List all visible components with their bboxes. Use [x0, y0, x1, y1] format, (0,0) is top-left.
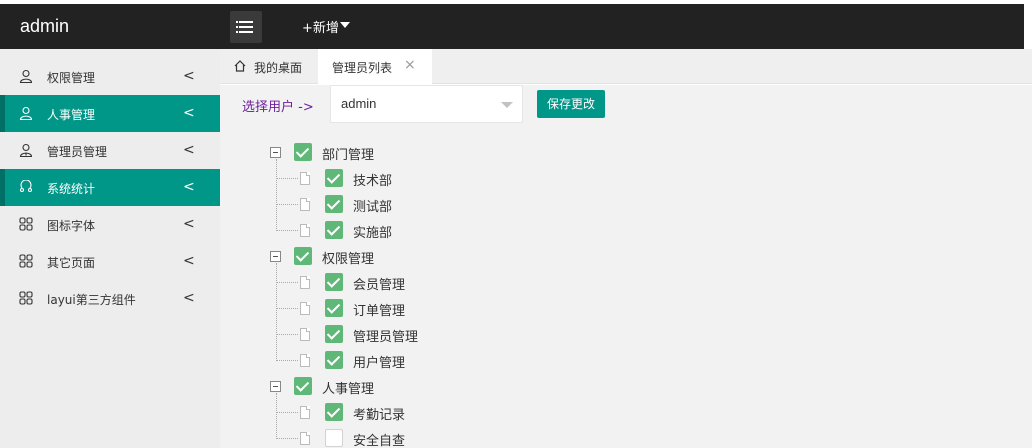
- grid-icon: [19, 291, 33, 305]
- sidebar-item-label: 图标字体: [47, 219, 96, 233]
- tree-connector: [276, 178, 298, 179]
- sidebar-item-label: 其它页面: [47, 256, 96, 270]
- sidebar-item[interactable]: 其它页面 <: [0, 243, 220, 280]
- sidebar-item[interactable]: 系统统计 <: [0, 169, 220, 206]
- tree-connector: [276, 393, 277, 439]
- add-new-button[interactable]: +新增: [302, 17, 339, 36]
- sidebar-item-label: 人事管理: [47, 108, 96, 122]
- node-checkbox[interactable]: [325, 299, 343, 317]
- file-icon: [300, 406, 310, 419]
- tree-node-label: 管理员管理: [353, 330, 419, 345]
- sidebar-item-label: 系统统计: [47, 182, 96, 196]
- tab-home-label: 我的桌面: [254, 61, 303, 75]
- user-icon: [19, 69, 33, 84]
- collapse-toggle-icon[interactable]: [270, 381, 281, 392]
- stats-icon: [19, 179, 33, 194]
- chevron-left-icon: <: [183, 142, 195, 158]
- app-logo[interactable]: admin: [20, 16, 69, 37]
- chevron-left-icon: <: [183, 290, 195, 306]
- sidebar-item[interactable]: 权限管理 <: [0, 58, 220, 95]
- chevron-left-icon: <: [183, 216, 195, 232]
- node-checkbox[interactable]: [325, 351, 343, 369]
- node-checkbox[interactable]: [325, 403, 343, 421]
- file-icon: [300, 198, 310, 211]
- tree-node-label: 安全自查: [353, 434, 406, 448]
- tree-connector: [276, 230, 298, 231]
- node-checkbox[interactable]: [325, 429, 343, 447]
- tree-node-label: 考勤记录: [353, 408, 406, 423]
- grid-icon: [19, 217, 33, 231]
- add-dropdown-caret-icon[interactable]: [340, 22, 350, 28]
- tree-connector: [276, 159, 277, 231]
- tree-node-label: 订单管理: [353, 304, 406, 319]
- header-edge: [1024, 4, 1032, 49]
- sidebar: 权限管理 < 人事管理 < 管理员管理 < 系统统计 < 图标字体 < 其它页面 < layui第三方组…: [0, 49, 220, 448]
- menu-icon: [236, 21, 253, 23]
- home-icon: [234, 60, 246, 72]
- tab-bar: 我的桌面 管理员列表 ×: [220, 49, 1032, 85]
- tree-node-label: 测试部: [353, 200, 393, 215]
- user-select[interactable]: admin: [330, 85, 523, 123]
- chevron-left-icon: <: [183, 68, 195, 84]
- chevron-left-icon: <: [183, 179, 195, 195]
- save-changes-button[interactable]: 保存更改: [537, 90, 605, 118]
- tree-connector: [276, 334, 298, 335]
- file-icon: [300, 224, 310, 237]
- grid-icon: [19, 254, 33, 268]
- main-content: 选择用户 -> admin 保存更改 部门管理技术部测试部实施部权限管理会员管理…: [220, 85, 1032, 448]
- tab-admin-list[interactable]: 管理员列表 ×: [318, 49, 432, 85]
- file-icon: [300, 276, 310, 289]
- top-header: admin +新增: [0, 4, 1032, 49]
- tree-node-label: 部门管理: [322, 148, 375, 163]
- chevron-left-icon: <: [183, 105, 195, 121]
- node-checkbox[interactable]: [325, 273, 343, 291]
- sidebar-item-label: 管理员管理: [47, 145, 108, 159]
- user-select-value: admin: [341, 96, 377, 111]
- file-icon: [300, 354, 310, 367]
- tree-connector: [276, 438, 298, 439]
- tree-node-label: 实施部: [353, 226, 393, 241]
- tree-node-label: 会员管理: [353, 278, 406, 293]
- collapse-toggle-icon[interactable]: [270, 251, 281, 262]
- tree-node-label: 人事管理: [322, 382, 375, 397]
- tree-connector: [276, 308, 298, 309]
- tree-connector: [276, 204, 298, 205]
- node-checkbox[interactable]: [294, 143, 312, 161]
- select-user-label: 选择用户 ->: [242, 100, 314, 115]
- sidebar-item[interactable]: 人事管理 <: [0, 95, 220, 132]
- node-checkbox[interactable]: [325, 169, 343, 187]
- tree-node-label: 权限管理: [322, 252, 375, 267]
- node-checkbox[interactable]: [294, 377, 312, 395]
- tab-admin-list-label: 管理员列表: [332, 61, 393, 75]
- node-checkbox[interactable]: [325, 325, 343, 343]
- tree-connector: [276, 412, 298, 413]
- file-icon: [300, 328, 310, 341]
- node-checkbox[interactable]: [294, 247, 312, 265]
- tree-connector: [276, 263, 277, 361]
- sidebar-item[interactable]: 图标字体 <: [0, 206, 220, 243]
- file-icon: [300, 432, 310, 445]
- tree-node-label: 技术部: [353, 174, 393, 189]
- tree-connector: [276, 360, 298, 361]
- tree-node-label: 用户管理: [353, 356, 406, 371]
- chevron-left-icon: <: [183, 253, 195, 269]
- file-icon: [300, 302, 310, 315]
- tree-connector: [276, 282, 298, 283]
- node-checkbox[interactable]: [325, 195, 343, 213]
- menu-toggle-button[interactable]: [230, 11, 262, 43]
- chevron-down-icon: [501, 102, 513, 108]
- sidebar-item-label: 权限管理: [47, 71, 96, 85]
- collapse-toggle-icon[interactable]: [270, 147, 281, 158]
- file-icon: [300, 172, 310, 185]
- active-indicator: [0, 169, 5, 206]
- close-icon[interactable]: ×: [404, 57, 416, 73]
- sidebar-item[interactable]: layui第三方组件 <: [0, 280, 220, 317]
- node-checkbox[interactable]: [325, 221, 343, 239]
- active-indicator: [0, 95, 5, 132]
- admin-user-icon: [19, 143, 33, 158]
- sidebar-item[interactable]: 管理员管理 <: [0, 132, 220, 169]
- sidebar-item-label: layui第三方组件: [47, 293, 136, 307]
- user-icon: [19, 106, 33, 121]
